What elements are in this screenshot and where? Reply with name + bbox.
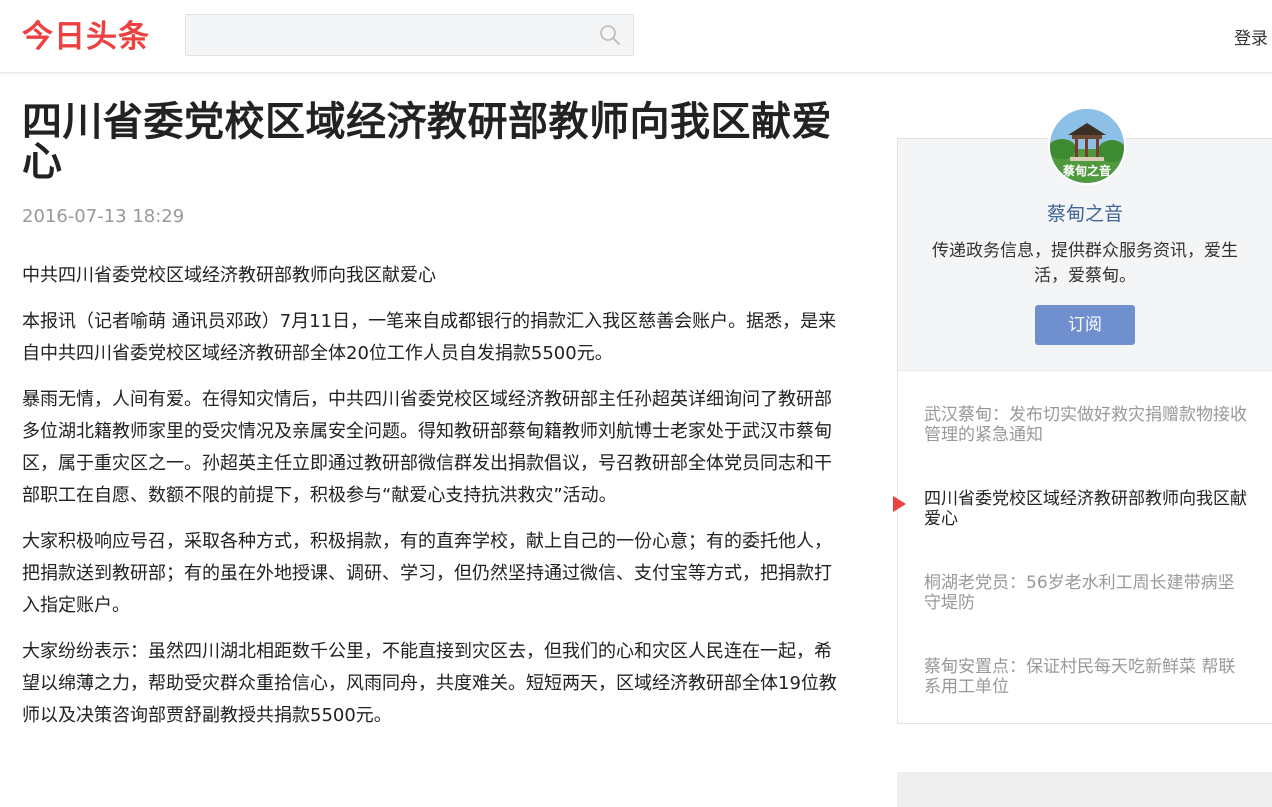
related-article-title[interactable]: 桐湖老党员：56岁老水利工周长建带病坚守堤防	[924, 573, 1235, 613]
current-article-arrow-icon	[893, 496, 906, 512]
related-article-item[interactable]: 桐湖老党员：56岁老水利工周长建带病坚守堤防	[898, 573, 1272, 613]
related-article-item-current[interactable]: 四川省委党校区域经济教研部教师向我区献爱心	[893, 489, 1272, 529]
search-icon[interactable]	[599, 24, 621, 46]
related-article-title[interactable]: 四川省委党校区域经济教研部教师向我区献爱心	[924, 489, 1247, 529]
login-link[interactable]: 登录	[1234, 24, 1272, 49]
related-article-title[interactable]: 武汉蔡甸：发布切实做好救灾捐赠款物接收管理的紧急通知	[924, 405, 1247, 445]
author-name[interactable]: 蔡甸之音	[898, 199, 1272, 226]
sidebar-ad-placeholder	[897, 772, 1272, 807]
related-article-item[interactable]: 武汉蔡甸：发布切实做好救灾捐赠款物接收管理的紧急通知	[898, 405, 1272, 445]
author-description: 传递政务信息，提供群众服务资讯，爱生活，爱蔡甸。	[932, 241, 1238, 286]
subscribe-button[interactable]: 订阅	[1035, 305, 1135, 345]
avatar-caption: 蔡甸之音	[1062, 164, 1111, 178]
search-box[interactable]	[185, 14, 634, 56]
site-logo[interactable]: 今日头条	[22, 18, 150, 56]
article-paragraph: 大家纷纷表示：虽然四川湖北相距数千公里，不能直接到灾区去，但我们的心和灾区人民连…	[22, 641, 837, 726]
article-paragraph: 本报讯（记者喻萌 通讯员邓政）7月11日，一笔来自成都银行的捐款汇入我区慈善会账…	[22, 311, 837, 364]
author-card: 蔡甸之音 蔡甸之音 传递政务信息，提供群众服务资讯，爱生活，爱蔡甸。 订阅	[898, 107, 1272, 371]
article-paragraph: 中共四川省委党校区域经济教研部教师向我区献爱心	[22, 265, 436, 286]
article-main: 四川省委党校区域经济教研部教师向我区献爱心 2016-07-13 18:29 中…	[22, 102, 844, 732]
related-article-title[interactable]: 蔡甸安置点：保证村民每天吃新鲜菜 帮联系用工单位	[924, 657, 1235, 697]
author-avatar[interactable]: 蔡甸之音	[1048, 107, 1126, 185]
article-paragraph: 大家积极响应号召，采取各种方式，积极捐款，有的直奔学校，献上自己的一份心意；有的…	[22, 531, 832, 616]
top-navigation-bar: 今日头条 登录	[0, 0, 1272, 73]
related-article-item[interactable]: 蔡甸安置点：保证村民每天吃新鲜菜 帮联系用工单位	[898, 657, 1272, 697]
publish-time: 2016-07-13 18:29	[22, 206, 185, 227]
related-articles-list: 武汉蔡甸：发布切实做好救灾捐赠款物接收管理的紧急通知 四川省委党校区域经济教研部…	[893, 405, 1272, 697]
author-sidebar: 蔡甸之音 蔡甸之音 传递政务信息，提供群众服务资讯，爱生活，爱蔡甸。 订阅 武汉…	[893, 107, 1272, 724]
article-paragraph: 暴雨无情，人间有爱。在得知灾情后，中共四川省委党校区域经济教研部主任孙超英详细询…	[22, 389, 832, 506]
article-title: 四川省委党校区域经济教研部教师向我区献爱心	[22, 99, 832, 185]
